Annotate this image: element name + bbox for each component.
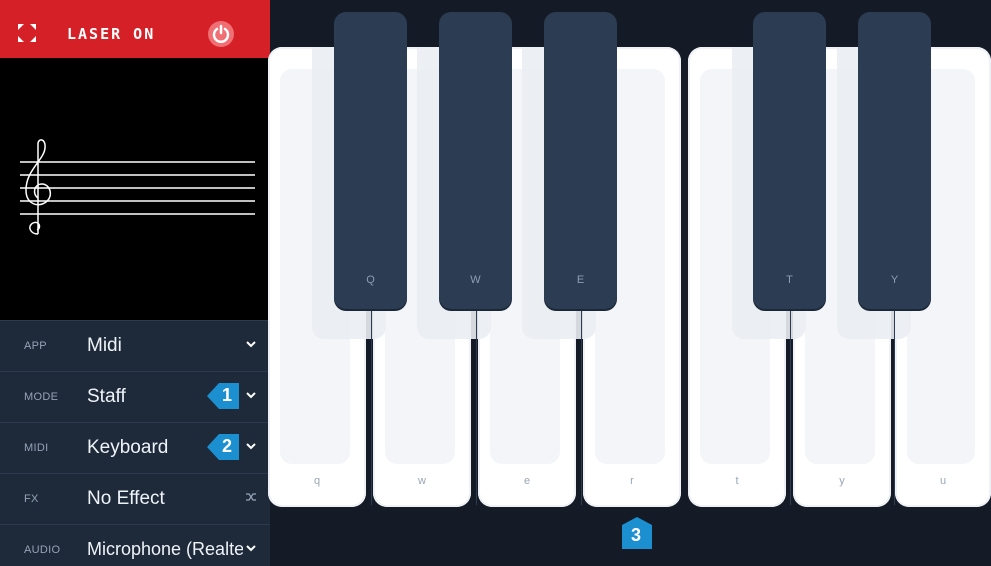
key-divider — [476, 309, 477, 505]
callout-marker-number: 3 — [631, 525, 642, 545]
callout-badge-number: 1 — [222, 385, 233, 405]
key-divider — [371, 309, 372, 505]
black-key-T[interactable]: T — [753, 12, 826, 309]
setting-value[interactable]: Midi — [87, 335, 247, 357]
callout-badge-number: 2 — [222, 436, 233, 456]
key-label: q — [313, 475, 321, 487]
setting-label: MIDI — [24, 442, 49, 454]
treble-clef-staff — [20, 139, 255, 235]
setting-value[interactable]: Microphone (Realtek — [87, 539, 243, 560]
key-label: t — [735, 475, 739, 487]
power-icon — [212, 24, 230, 43]
key-label: e — [523, 475, 531, 487]
key-divider — [581, 309, 582, 505]
chevron-down-icon[interactable] — [244, 337, 258, 351]
key-label: w — [418, 475, 426, 487]
key-label: r — [630, 475, 634, 487]
key-label: W — [470, 274, 481, 286]
shuffle-icon[interactable] — [244, 490, 258, 504]
black-key-Q[interactable]: Q — [334, 12, 407, 309]
setting-row-midi[interactable]: MIDI Keyboard 2 — [0, 422, 270, 474]
chevron-down-icon[interactable] — [244, 439, 258, 453]
chevron-down-icon[interactable] — [244, 541, 258, 555]
black-key-W[interactable]: W — [439, 12, 512, 309]
key-divider — [894, 309, 895, 505]
piano-keyboard: q w e r t y u Q W E T Y — [268, 0, 991, 565]
sidebar: LASER ON APP Midi MODE Staff 1 MIDI Keyb… — [0, 0, 270, 566]
black-key-E[interactable]: E — [544, 12, 617, 309]
key-label: E — [576, 274, 585, 286]
laser-status-label: LASER ON — [67, 25, 156, 43]
setting-label: MODE — [24, 391, 59, 403]
setting-label: APP — [24, 340, 47, 352]
expand-icon[interactable] — [16, 22, 38, 44]
chevron-down-icon[interactable] — [244, 388, 258, 402]
power-button[interactable] — [208, 21, 234, 47]
setting-value[interactable]: No Effect — [87, 488, 247, 510]
key-label: u — [939, 475, 947, 487]
black-key-Y[interactable]: Y — [858, 12, 931, 309]
setting-row-fx[interactable]: FX No Effect — [0, 473, 270, 525]
laser-preview — [0, 58, 270, 320]
setting-row-mode[interactable]: MODE Staff 1 — [0, 371, 270, 423]
key-divider — [790, 309, 791, 505]
setting-row-app[interactable]: APP Midi — [0, 320, 270, 372]
setting-row-audio[interactable]: AUDIO Microphone (Realtek — [0, 524, 270, 566]
top-bar: LASER ON — [0, 0, 270, 58]
key-label: Q — [366, 274, 375, 286]
setting-label: FX — [24, 493, 39, 505]
setting-label: AUDIO — [24, 544, 61, 556]
key-label: T — [786, 274, 793, 286]
key-label: y — [839, 475, 845, 487]
key-label: Y — [890, 274, 899, 286]
